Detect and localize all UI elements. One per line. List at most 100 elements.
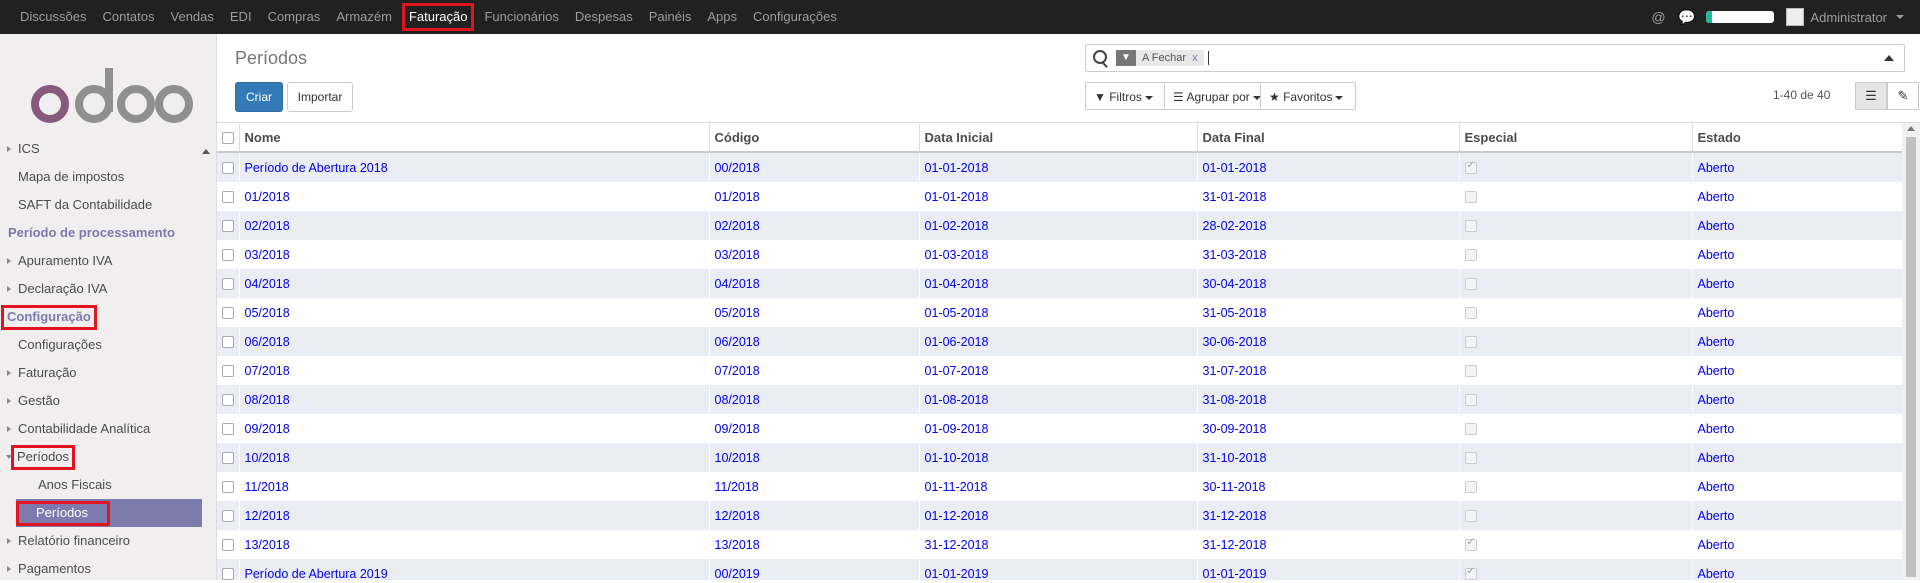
cell-fim[interactable]: 01-01-2018: [1197, 152, 1459, 182]
cell-nome[interactable]: 04/2018: [239, 269, 709, 298]
row-checkbox-cell[interactable]: [217, 443, 239, 472]
at-icon[interactable]: @: [1650, 9, 1666, 25]
col-header-data-inicial[interactable]: Data Inicial: [919, 123, 1198, 153]
table-row[interactable]: 07/2018 07/2018 01-07-2018 31-07-2018 Aberto: [217, 356, 1902, 385]
cell-estado[interactable]: Aberto: [1692, 356, 1902, 385]
top-menu-item[interactable]: Apps: [703, 7, 741, 27]
cell-codigo[interactable]: 01/2018: [709, 182, 919, 211]
cell-fim[interactable]: 31-12-2018: [1197, 501, 1459, 530]
cell-codigo[interactable]: 08/2018: [709, 385, 919, 414]
form-view-button[interactable]: ✎: [1887, 82, 1919, 110]
table-row[interactable]: 04/2018 04/2018 01-04-2018 30-04-2018 Aberto: [217, 269, 1902, 298]
row-checkbox[interactable]: [222, 423, 234, 436]
sidebar-item[interactable]: Gestão: [0, 387, 216, 415]
row-checkbox-cell[interactable]: [217, 211, 239, 240]
row-checkbox[interactable]: [222, 278, 234, 291]
cell-fim[interactable]: 30-11-2018: [1197, 472, 1459, 501]
row-checkbox-cell[interactable]: [217, 385, 239, 414]
facet-remove-icon[interactable]: x: [1192, 52, 1198, 64]
row-checkbox[interactable]: [222, 365, 234, 378]
cell-estado[interactable]: Aberto: [1692, 240, 1902, 269]
cell-inicio[interactable]: 01-05-2018: [919, 298, 1197, 327]
cell-nome[interactable]: Período de Abertura 2019: [239, 559, 709, 580]
table-row[interactable]: Período de Abertura 2019 00/2019 01-01-201…: [217, 559, 1902, 580]
ticket-progress-bar[interactable]: [1706, 11, 1775, 23]
table-row[interactable]: 08/2018 08/2018 01-08-2018 31-08-2018 Aberto: [217, 385, 1902, 414]
sidebar-item[interactable]: Pagamentos: [0, 555, 216, 583]
cell-estado[interactable]: Aberto: [1692, 530, 1902, 559]
cell-inicio[interactable]: 31-12-2018: [919, 530, 1197, 559]
col-header-especial[interactable]: Especial: [1459, 123, 1693, 153]
cell-estado[interactable]: Aberto: [1692, 152, 1902, 182]
row-checkbox[interactable]: [222, 568, 234, 580]
sidebar-item[interactable]: Faturação: [0, 359, 216, 387]
cell-fim[interactable]: 30-09-2018: [1197, 414, 1459, 443]
cell-estado[interactable]: Aberto: [1692, 269, 1902, 298]
table-row[interactable]: 01/2018 01/2018 01-01-2018 31-01-2018 Aberto: [217, 182, 1902, 211]
user-menu[interactable]: Administrator: [1786, 8, 1904, 26]
row-checkbox[interactable]: [222, 539, 234, 552]
cell-inicio[interactable]: 01-12-2018: [919, 501, 1197, 530]
row-checkbox-cell[interactable]: [217, 327, 239, 356]
cell-inicio[interactable]: 01-10-2018: [919, 443, 1197, 472]
table-row[interactable]: 09/2018 09/2018 01-09-2018 30-09-2018 Aberto: [217, 414, 1902, 443]
cell-inicio[interactable]: 01-03-2018: [919, 240, 1197, 269]
cell-fim[interactable]: 31-03-2018: [1197, 240, 1459, 269]
cell-codigo[interactable]: 07/2018: [709, 356, 919, 385]
cell-fim[interactable]: 31-08-2018: [1197, 385, 1459, 414]
cell-codigo[interactable]: 12/2018: [709, 501, 919, 530]
cell-inicio[interactable]: 01-07-2018: [919, 356, 1197, 385]
cell-fim[interactable]: 31-05-2018: [1197, 298, 1459, 327]
row-checkbox-cell[interactable]: [217, 269, 239, 298]
table-row[interactable]: 06/2018 06/2018 01-06-2018 30-06-2018 Aberto: [217, 327, 1902, 356]
cell-nome[interactable]: 09/2018: [239, 414, 709, 443]
row-checkbox-cell[interactable]: [217, 182, 239, 211]
sidebar-item[interactable]: Declaração IVA: [0, 275, 216, 303]
row-checkbox[interactable]: [222, 249, 234, 262]
col-header-estado[interactable]: Estado: [1692, 123, 1902, 153]
cell-codigo[interactable]: 00/2019: [709, 559, 919, 580]
row-checkbox-cell[interactable]: [217, 240, 239, 269]
cell-codigo[interactable]: 10/2018: [709, 443, 919, 472]
table-row[interactable]: 10/2018 10/2018 01-10-2018 31-10-2018 Aberto: [217, 443, 1902, 472]
cell-nome[interactable]: 03/2018: [239, 240, 709, 269]
row-checkbox-cell[interactable]: [217, 298, 239, 327]
cell-estado[interactable]: Aberto: [1692, 211, 1902, 240]
cell-codigo[interactable]: 09/2018: [709, 414, 919, 443]
row-checkbox-cell[interactable]: [217, 472, 239, 501]
cell-fim[interactable]: 30-04-2018: [1197, 269, 1459, 298]
top-menu-item[interactable]: EDI: [226, 7, 256, 27]
top-menu-item[interactable]: Despesas: [571, 7, 637, 27]
sidebar-item[interactable]: SAFT da Contabilidade: [0, 191, 216, 219]
cell-inicio[interactable]: 01-11-2018: [919, 472, 1197, 501]
group-by-button[interactable]: ☰ Agrupar por: [1164, 82, 1261, 110]
cell-codigo[interactable]: 04/2018: [709, 269, 919, 298]
row-checkbox-cell[interactable]: [217, 559, 239, 580]
search-input-cursor[interactable]: [1208, 51, 1209, 65]
cell-fim[interactable]: 31-12-2018: [1197, 530, 1459, 559]
cell-codigo[interactable]: 06/2018: [709, 327, 919, 356]
cell-codigo[interactable]: 00/2018: [709, 152, 919, 182]
sidebar-item[interactable]: Relatório financeiro: [0, 527, 216, 555]
row-checkbox[interactable]: [222, 307, 234, 320]
table-row[interactable]: 13/201813/201831-12-201831-12-2018Aberto: [217, 530, 1902, 559]
cell-nome[interactable]: 07/2018: [239, 356, 709, 385]
col-header-codigo[interactable]: Código: [709, 123, 920, 153]
row-checkbox-cell[interactable]: [217, 152, 239, 182]
cell-nome[interactable]: 13/2018: [239, 530, 709, 559]
row-checkbox-cell[interactable]: [217, 530, 239, 559]
cell-nome[interactable]: 06/2018: [239, 327, 709, 356]
search-options-toggle-icon[interactable]: [1884, 55, 1894, 61]
scroll-up-icon[interactable]: [1907, 126, 1915, 131]
row-checkbox[interactable]: [222, 481, 234, 494]
cell-nome[interactable]: 12/2018: [239, 501, 709, 530]
row-checkbox[interactable]: [222, 162, 234, 175]
sidebar-item[interactable]: Anos Fiscais: [0, 471, 216, 499]
top-menu-item[interactable]: Configurações: [749, 7, 841, 27]
cell-estado[interactable]: Aberto: [1692, 298, 1902, 327]
cell-codigo[interactable]: 05/2018: [709, 298, 919, 327]
cell-inicio[interactable]: 01-09-2018: [919, 414, 1197, 443]
sidebar-item[interactable]: Períodos: [16, 499, 202, 527]
top-menu-item[interactable]: Discussões: [16, 7, 90, 27]
cell-inicio[interactable]: 01-01-2018: [919, 182, 1197, 211]
